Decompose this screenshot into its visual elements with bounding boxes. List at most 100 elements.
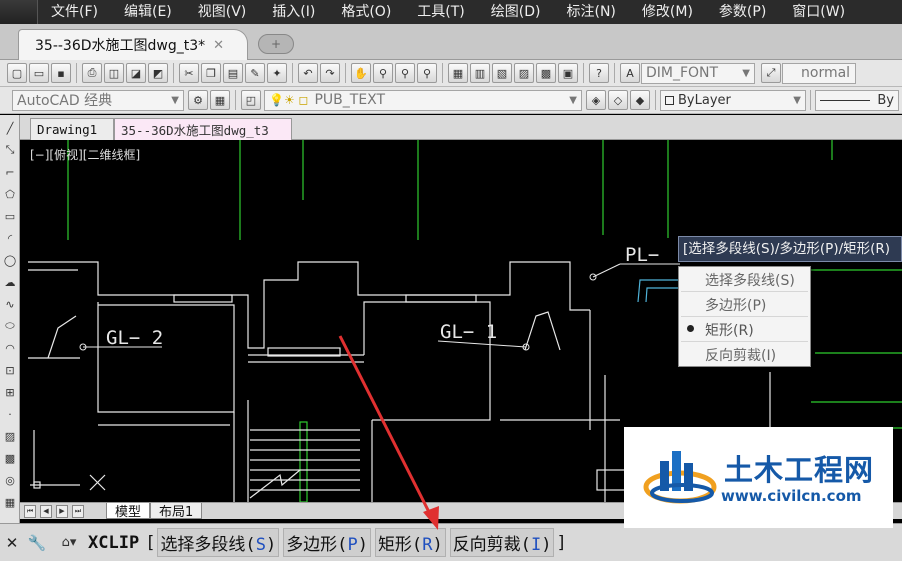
close-icon[interactable]: ✕ — [213, 38, 224, 53]
region-icon[interactable]: ◎ — [1, 471, 19, 489]
prev-tab-icon[interactable]: ◀ — [40, 504, 52, 518]
menu-item-rectangle[interactable]: 矩形(R) — [681, 318, 808, 342]
close-icon[interactable]: ✕ — [0, 534, 24, 552]
match-properties-icon[interactable]: ✎ — [245, 63, 265, 83]
polygon-icon[interactable]: ⬠ — [1, 185, 19, 203]
design-center-icon[interactable]: ▥ — [470, 63, 490, 83]
3d-dwf-icon[interactable]: ◩ — [148, 63, 168, 83]
first-tab-icon[interactable]: ⏮ — [24, 504, 36, 518]
dim-style-dropdown[interactable]: DIM_FONT ▼ — [641, 62, 755, 84]
save-icon[interactable]: ▪ — [51, 63, 71, 83]
command-prompt-text[interactable]: XCLIP [ 选择多段线(S) 多边形(P) 矩形(R) 反向剪裁(I) ] — [88, 528, 567, 557]
zoom-realtime-icon[interactable]: ⚲ — [373, 63, 393, 83]
text-style-icon[interactable]: A — [620, 63, 640, 83]
copy-icon[interactable]: ❐ — [201, 63, 221, 83]
document-tab[interactable]: 35--36D水施工图dwg_t3* ✕ — [18, 29, 248, 60]
chevron-down-icon: ▼ — [742, 67, 750, 79]
layer-manager-icon[interactable]: ◰ — [241, 90, 261, 110]
paste-icon[interactable]: ▤ — [223, 63, 243, 83]
tab-model[interactable]: 模型 — [106, 503, 151, 520]
menu-file[interactable]: 文件(F) — [38, 0, 111, 24]
layer-dropdown[interactable]: 💡☀ ◻ PUB_TEXT ▼ — [264, 89, 582, 111]
recent-commands-icon[interactable]: ⌂▾ — [50, 535, 88, 550]
workspace-settings-icon[interactable]: ⚙ — [188, 90, 208, 110]
menu-dimension[interactable]: 标注(N) — [554, 0, 629, 24]
workspace-grid-icon[interactable]: ▦ — [210, 90, 230, 110]
print-icon[interactable]: ⎙ — [82, 63, 102, 83]
undo-icon[interactable]: ↶ — [298, 63, 318, 83]
workspace-dropdown[interactable]: AutoCAD 经典 ▼ — [12, 89, 184, 111]
menu-draw[interactable]: 绘图(D) — [478, 0, 554, 24]
tab-drawing1[interactable]: Drawing1 — [30, 118, 114, 140]
table-icon[interactable]: ▦ — [1, 493, 19, 511]
ellipse-icon[interactable]: ⬭ — [1, 317, 19, 335]
tab-layout1[interactable]: 布局1 — [150, 503, 203, 520]
circle-icon[interactable]: ◯ — [1, 251, 19, 269]
help-icon[interactable]: ? — [589, 63, 609, 83]
rectangle-icon[interactable]: ▭ — [1, 207, 19, 225]
option-select-polyline[interactable]: 选择多段线(S) — [157, 528, 280, 557]
viewport-controls-label[interactable]: [−][俯视][二维线框] — [30, 146, 140, 163]
menu-item-polygon[interactable]: 多边形(P) — [681, 293, 808, 317]
menu-modify[interactable]: 修改(M) — [629, 0, 706, 24]
point-icon[interactable]: · — [1, 405, 19, 423]
menu-tools[interactable]: 工具(T) — [404, 0, 477, 24]
cyan-lines — [637, 279, 680, 303]
menu-insert[interactable]: 插入(I) — [259, 0, 328, 24]
construction-line-icon[interactable]: ⤡ — [1, 141, 19, 159]
pan-icon[interactable]: ✋ — [351, 63, 371, 83]
cut-icon[interactable]: ✂ — [179, 63, 199, 83]
menu-edit[interactable]: 编辑(E) — [111, 0, 185, 24]
tab-active-drawing-label: 35--36D水施工图dwg_t3 — [121, 123, 269, 138]
make-current-layer-icon[interactable]: ◈ — [586, 90, 606, 110]
linetype-dropdown[interactable]: By — [815, 89, 899, 111]
make-block-icon[interactable]: ⊞ — [1, 383, 19, 401]
menu-format[interactable]: 格式(O) — [328, 0, 404, 24]
new-tab-button[interactable]: + — [258, 34, 294, 54]
menu-view[interactable]: 视图(V) — [185, 0, 260, 24]
ellipse-arc-icon[interactable]: ◠ — [1, 339, 19, 357]
insert-block-icon[interactable]: ⊡ — [1, 361, 19, 379]
text-style-dropdown[interactable]: normal — [782, 62, 856, 84]
publish-icon[interactable]: ◪ — [126, 63, 146, 83]
app-menu-button[interactable] — [0, 0, 38, 24]
option-polygon[interactable]: 多边形(P) — [283, 528, 371, 557]
option-invert-clip[interactable]: 反向剪裁(I) — [449, 528, 555, 557]
dimension-style-icon[interactable]: ⤢ — [761, 63, 781, 83]
properties-icon[interactable]: ▦ — [448, 63, 468, 83]
option-rectangle[interactable]: 矩形(R) — [374, 528, 446, 557]
color-swatch — [665, 95, 674, 105]
layer-state-icon[interactable]: ◆ — [630, 90, 650, 110]
redo-icon[interactable]: ↷ — [320, 63, 340, 83]
revision-cloud-icon[interactable]: ☁ — [1, 273, 19, 291]
toolbar-divider — [235, 90, 236, 110]
next-tab-icon[interactable]: ▶ — [56, 504, 68, 518]
layer-state-icons: 💡☀ ◻ — [269, 93, 309, 107]
tab-active-drawing[interactable]: 35--36D水施工图dwg_t3 — [114, 118, 292, 140]
block-editor-icon[interactable]: ✦ — [267, 63, 287, 83]
gradient-icon[interactable]: ▩ — [1, 449, 19, 467]
open-folder-icon[interactable]: ▭ — [29, 63, 49, 83]
spline-icon[interactable]: ∿ — [1, 295, 19, 313]
hatch-icon[interactable]: ▨ — [1, 427, 19, 445]
layer-previous-icon[interactable]: ◇ — [608, 90, 628, 110]
menu-parametric[interactable]: 参数(P) — [706, 0, 779, 24]
polyline-icon[interactable]: ⌐ — [1, 163, 19, 181]
line-icon[interactable]: ╱ — [1, 119, 19, 137]
wrench-icon[interactable]: 🔧 — [24, 534, 50, 552]
toolbar-divider — [292, 63, 293, 83]
print-preview-icon[interactable]: ◫ — [104, 63, 124, 83]
arc-icon[interactable]: ◜ — [1, 229, 19, 247]
tool-palettes-icon[interactable]: ▧ — [492, 63, 512, 83]
calculator-icon[interactable]: ▣ — [558, 63, 578, 83]
color-dropdown[interactable]: ByLayer ▼ — [660, 89, 806, 111]
new-file-icon[interactable]: ▢ — [7, 63, 27, 83]
sheet-set-icon[interactable]: ▨ — [514, 63, 534, 83]
markup-icon[interactable]: ▩ — [536, 63, 556, 83]
menu-window[interactable]: 窗口(W) — [779, 0, 858, 24]
menu-item-invert-clip[interactable]: 反向剪裁(I) — [681, 343, 808, 367]
last-tab-icon[interactable]: ⏭ — [72, 504, 84, 518]
zoom-previous-icon[interactable]: ⚲ — [417, 63, 437, 83]
zoom-window-icon[interactable]: ⚲ — [395, 63, 415, 83]
menu-item-select-polyline[interactable]: 选择多段线(S) — [681, 268, 808, 292]
